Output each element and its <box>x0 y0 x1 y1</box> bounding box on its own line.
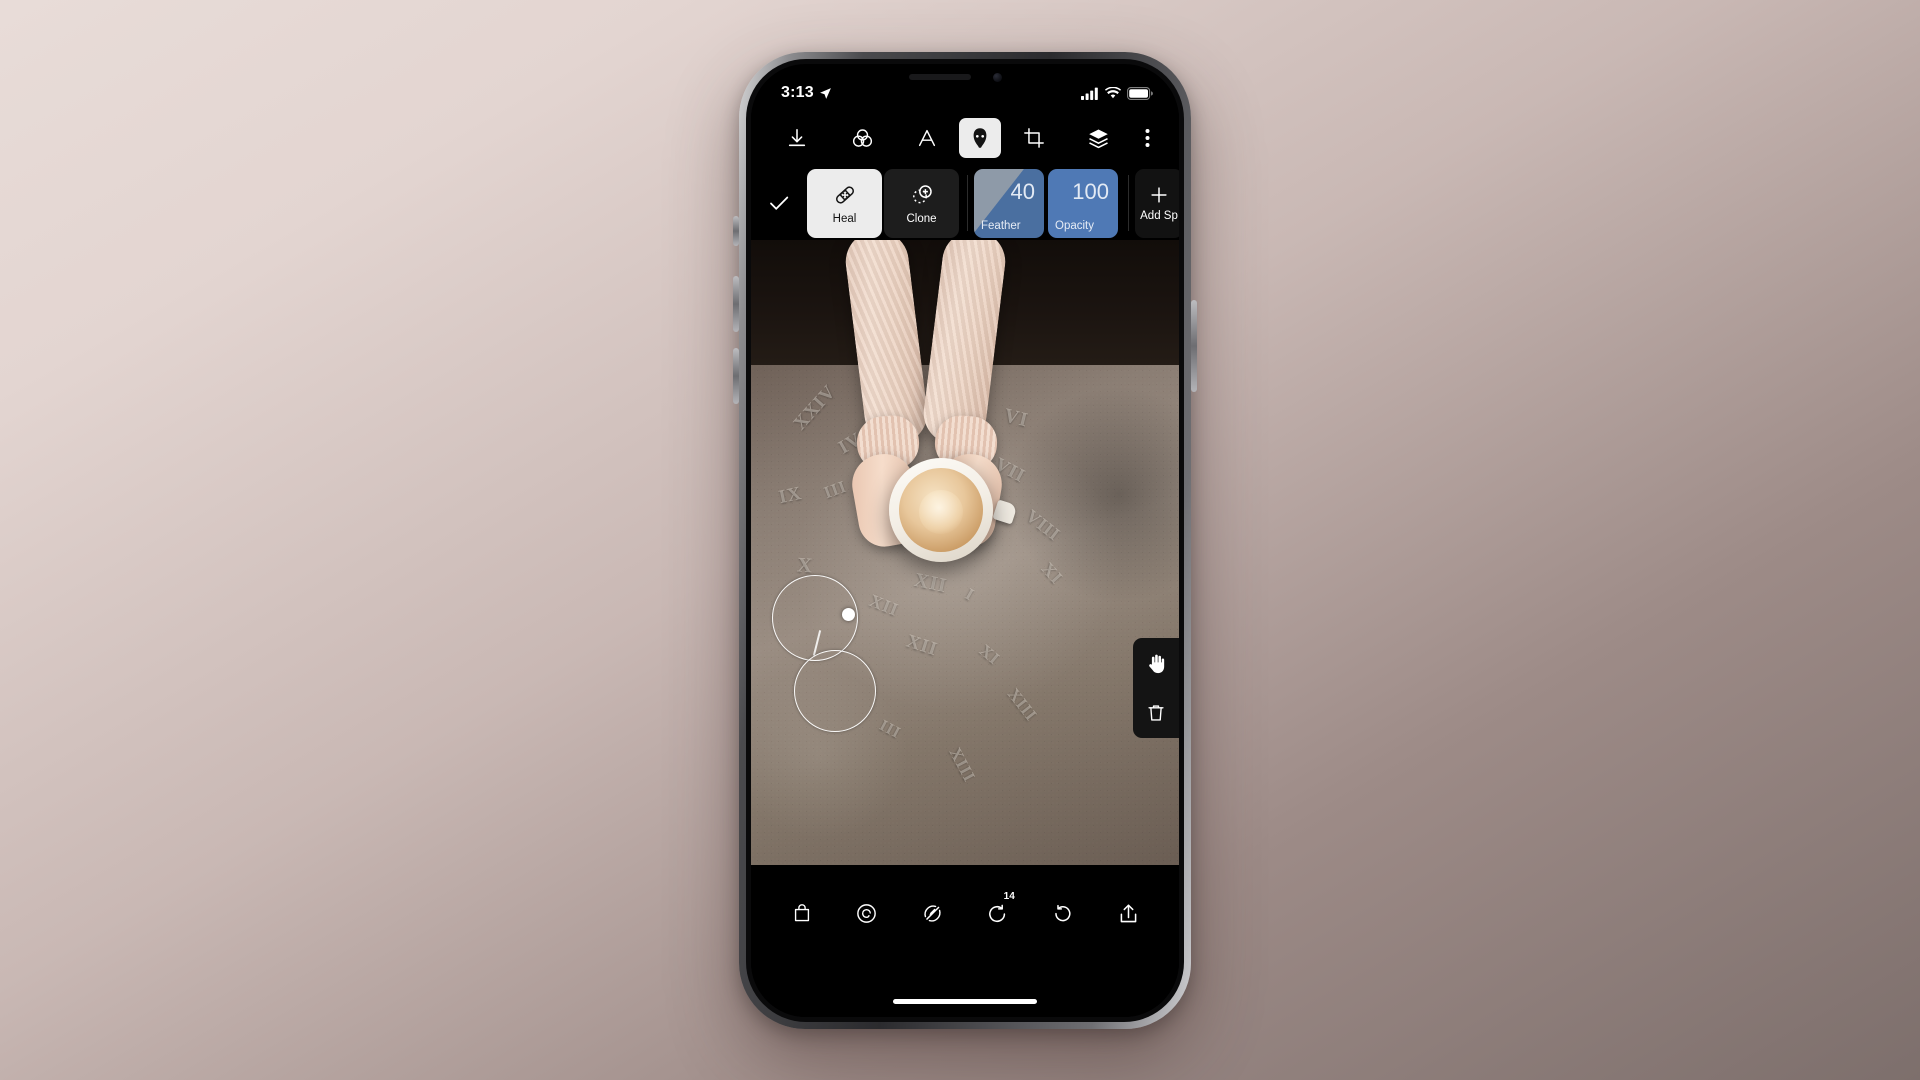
feather-label: Feather <box>981 219 1021 232</box>
photo-editing-canvas[interactable]: XXIV VI IV VII IX III VIII X XI XII XII I XII XI XIII X… <box>751 240 1179 865</box>
floor-roman-numeral: IX <box>776 482 804 509</box>
download-icon <box>786 127 808 149</box>
top-toolbar <box>751 110 1179 166</box>
mute-switch[interactable] <box>733 216 739 246</box>
undo-button[interactable]: 14 <box>965 890 1030 936</box>
overflow-menu-button[interactable] <box>1131 118 1165 158</box>
crop-button[interactable] <box>1001 118 1066 158</box>
redo-icon <box>1051 902 1074 925</box>
undo-count-badge: 14 <box>1003 891 1015 902</box>
earpiece-speaker <box>909 74 971 80</box>
heal-ring-handle[interactable] <box>842 608 855 621</box>
coffee-swirl <box>919 489 963 534</box>
confirm-apply-button[interactable] <box>751 166 807 240</box>
share-up-icon <box>1117 902 1140 925</box>
front-camera <box>993 73 1002 82</box>
add-spot-button[interactable]: Add Sp <box>1135 168 1179 238</box>
mode-tile-clone-label: Clone <box>906 212 937 225</box>
volume-down-button[interactable] <box>733 348 739 404</box>
feather-value: 40 <box>1010 178 1035 204</box>
options-divider <box>967 175 968 231</box>
options-divider-2 <box>1128 175 1129 231</box>
brush-slash-icon <box>921 902 944 925</box>
healing-brush-button[interactable] <box>900 890 965 936</box>
adjust-color-button[interactable] <box>830 118 895 158</box>
hand-icon[interactable] <box>1145 652 1168 675</box>
status-time-group: 3:13 <box>781 84 832 102</box>
trash-icon[interactable] <box>1145 702 1167 724</box>
heal-target-ring[interactable] <box>794 650 876 732</box>
status-indicators <box>1081 86 1153 100</box>
coffee-cup <box>889 458 993 562</box>
coffee-crema <box>899 468 983 552</box>
plus-icon <box>1148 184 1170 206</box>
color-circles-icon <box>851 127 874 150</box>
bottom-toolbar: 14 <box>751 873 1179 1017</box>
slider-tile-feather[interactable]: 40 Feather <box>974 168 1044 238</box>
layers-icon <box>1087 127 1110 150</box>
bandage-icon <box>832 182 858 208</box>
floating-tool-panel <box>1133 638 1179 738</box>
phone-notch <box>881 64 1049 94</box>
share-button[interactable] <box>1096 890 1161 936</box>
opacity-label: Opacity <box>1055 219 1094 232</box>
location-arrow-icon <box>819 87 832 100</box>
volume-up-button[interactable] <box>733 276 739 332</box>
check-icon <box>767 191 791 215</box>
phone-bezel: 3:13 Heal Clone 40 Feather 100 Opacity A… <box>746 59 1184 1022</box>
redo-button[interactable] <box>1030 890 1095 936</box>
retouch-portrait-button[interactable] <box>959 118 1002 158</box>
add-spot-label: Add Sp <box>1140 210 1178 222</box>
slider-tile-opacity[interactable]: 100 Opacity <box>1048 168 1118 238</box>
layers-button[interactable] <box>1066 118 1131 158</box>
portrait-face-icon <box>968 126 992 150</box>
mode-tile-heal[interactable]: Heal <box>807 168 882 238</box>
mode-tile-clone[interactable]: Clone <box>884 168 959 238</box>
crop-icon <box>1023 127 1045 149</box>
spiral-circle-icon <box>855 902 878 925</box>
text-a-icon <box>916 127 938 149</box>
more-vertical-icon <box>1145 128 1150 148</box>
store-button[interactable] <box>769 890 834 936</box>
wifi-icon <box>1105 87 1121 99</box>
export-download-button[interactable] <box>765 118 830 158</box>
phone-device-frame: 3:13 Heal Clone 40 Feather 100 Opacity A… <box>739 52 1191 1029</box>
phone-screen: 3:13 Heal Clone 40 Feather 100 Opacity A… <box>751 64 1179 1017</box>
home-indicator[interactable] <box>893 999 1037 1004</box>
power-button[interactable] <box>1191 300 1197 392</box>
tool-options-strip: Heal Clone 40 Feather 100 Opacity Add Sp <box>751 166 1179 240</box>
clone-target-icon <box>909 182 935 208</box>
mode-tile-heal-label: Heal <box>832 212 857 225</box>
looks-button[interactable] <box>834 890 899 936</box>
cellular-bars-icon <box>1081 87 1099 100</box>
battery-full-icon <box>1127 86 1153 100</box>
undo-icon <box>986 902 1009 925</box>
status-time-label: 3:13 <box>781 84 814 101</box>
text-tool-button[interactable] <box>895 118 960 158</box>
opacity-value: 100 <box>1072 178 1109 204</box>
shopping-bag-icon <box>791 902 813 924</box>
bottom-toolbar-icons: 14 <box>751 887 1179 939</box>
